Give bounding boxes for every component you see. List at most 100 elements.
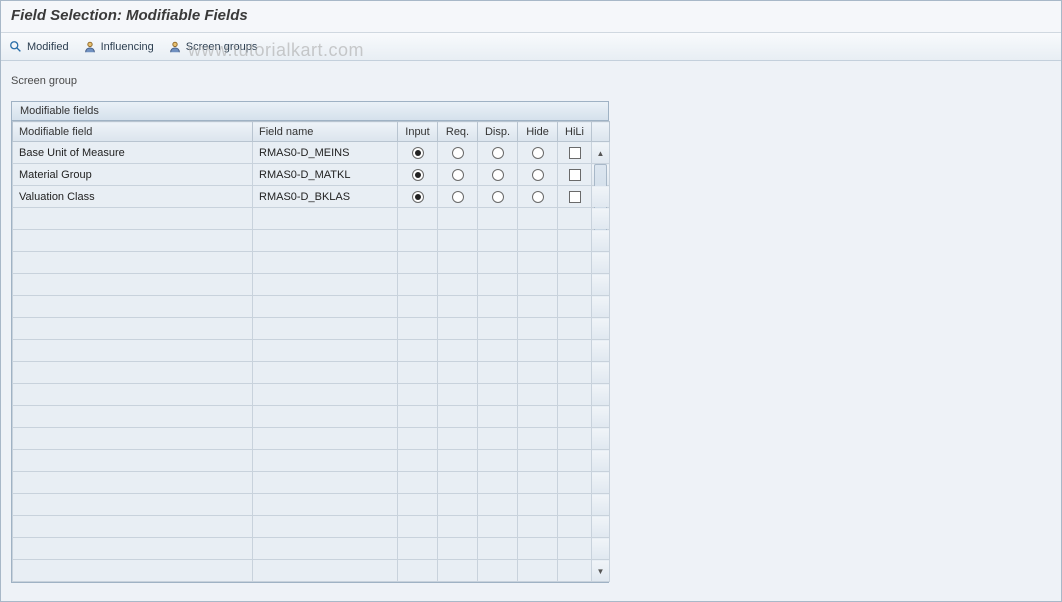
hide-radio[interactable]: [532, 169, 544, 181]
col-field-name[interactable]: Field name: [253, 122, 398, 142]
cell-modifiable-field[interactable]: [13, 362, 253, 384]
hili-checkbox[interactable]: [569, 191, 581, 203]
cell-req: [438, 296, 478, 318]
cell-input: [398, 472, 438, 494]
cell-field-name[interactable]: [253, 318, 398, 340]
cell-hili[interactable]: [558, 164, 592, 186]
cell-modifiable-field[interactable]: [13, 516, 253, 538]
modified-button[interactable]: Modified: [9, 40, 69, 54]
disp-radio[interactable]: [492, 191, 504, 203]
cell-hili: [558, 406, 592, 428]
cell-hide[interactable]: [518, 164, 558, 186]
table-row: [13, 252, 610, 274]
cell-hili[interactable]: [558, 186, 592, 208]
cell-field-name[interactable]: RMAS0-D_MEINS: [253, 142, 398, 164]
cell-field-name[interactable]: [253, 560, 398, 582]
disp-radio[interactable]: [492, 147, 504, 159]
cell-modifiable-field[interactable]: [13, 406, 253, 428]
cell-hide[interactable]: [518, 142, 558, 164]
scroll-down-button[interactable]: ▼: [592, 560, 610, 582]
cell-field-name[interactable]: [253, 494, 398, 516]
cell-req: [438, 516, 478, 538]
cell-modifiable-field[interactable]: Valuation Class: [13, 186, 253, 208]
col-input[interactable]: Input: [398, 122, 438, 142]
cell-modifiable-field[interactable]: [13, 230, 253, 252]
cell-modifiable-field[interactable]: [13, 560, 253, 582]
cell-field-name[interactable]: [253, 538, 398, 560]
cell-modifiable-field[interactable]: [13, 318, 253, 340]
cell-modifiable-field[interactable]: [13, 208, 253, 230]
hide-radio[interactable]: [532, 191, 544, 203]
cell-disp[interactable]: [478, 186, 518, 208]
col-hili[interactable]: HiLi: [558, 122, 592, 142]
cell-modifiable-field[interactable]: [13, 472, 253, 494]
cell-input: [398, 340, 438, 362]
cell-modifiable-field[interactable]: [13, 450, 253, 472]
hili-checkbox[interactable]: [569, 147, 581, 159]
cell-req[interactable]: [438, 164, 478, 186]
influencing-button[interactable]: Influencing: [83, 40, 154, 54]
cell-hide: [518, 230, 558, 252]
cell-disp: [478, 274, 518, 296]
cell-field-name[interactable]: [253, 384, 398, 406]
input-radio[interactable]: [412, 169, 424, 181]
screen-groups-button[interactable]: Screen groups: [168, 40, 258, 54]
cell-field-name[interactable]: [253, 230, 398, 252]
cell-field-name[interactable]: [253, 252, 398, 274]
cell-field-name[interactable]: [253, 340, 398, 362]
cell-modifiable-field[interactable]: [13, 252, 253, 274]
cell-input[interactable]: [398, 142, 438, 164]
table-row: [13, 384, 610, 406]
cell-modifiable-field[interactable]: [13, 384, 253, 406]
chevron-down-icon: ▼: [597, 567, 605, 576]
cell-field-name[interactable]: [253, 208, 398, 230]
input-radio[interactable]: [412, 191, 424, 203]
disp-radio[interactable]: [492, 169, 504, 181]
cell-input: [398, 428, 438, 450]
scroll-track: [592, 318, 610, 340]
cell-req[interactable]: [438, 142, 478, 164]
col-modifiable-field[interactable]: Modifiable field: [13, 122, 253, 142]
scroll-track: [592, 450, 610, 472]
cell-modifiable-field[interactable]: [13, 296, 253, 318]
hili-checkbox[interactable]: [569, 169, 581, 181]
cell-modifiable-field[interactable]: [13, 494, 253, 516]
cell-field-name[interactable]: [253, 362, 398, 384]
cell-field-name[interactable]: [253, 406, 398, 428]
cell-field-name[interactable]: [253, 516, 398, 538]
cell-disp[interactable]: [478, 164, 518, 186]
req-radio[interactable]: [452, 191, 464, 203]
cell-modifiable-field[interactable]: Material Group: [13, 164, 253, 186]
cell-field-name[interactable]: [253, 274, 398, 296]
col-disp[interactable]: Disp.: [478, 122, 518, 142]
hide-radio[interactable]: [532, 147, 544, 159]
req-radio[interactable]: [452, 147, 464, 159]
col-req[interactable]: Req.: [438, 122, 478, 142]
cell-disp[interactable]: [478, 142, 518, 164]
cell-field-name[interactable]: [253, 450, 398, 472]
cell-input[interactable]: [398, 164, 438, 186]
input-radio[interactable]: [412, 147, 424, 159]
scroll-up-button[interactable]: ▲: [592, 142, 610, 164]
cell-field-name[interactable]: [253, 472, 398, 494]
cell-modifiable-field[interactable]: [13, 274, 253, 296]
cell-field-name[interactable]: RMAS0-D_BKLAS: [253, 186, 398, 208]
cell-modifiable-field[interactable]: [13, 428, 253, 450]
cell-modifiable-field[interactable]: [13, 538, 253, 560]
modified-icon: [9, 40, 23, 54]
cell-hili[interactable]: [558, 142, 592, 164]
cell-field-name[interactable]: [253, 428, 398, 450]
req-radio[interactable]: [452, 169, 464, 181]
cell-input[interactable]: [398, 186, 438, 208]
cell-field-name[interactable]: [253, 296, 398, 318]
cell-modifiable-field[interactable]: Base Unit of Measure: [13, 142, 253, 164]
col-hide[interactable]: Hide: [518, 122, 558, 142]
scroll-track: [592, 472, 610, 494]
cell-hili: [558, 362, 592, 384]
cell-modifiable-field[interactable]: [13, 340, 253, 362]
cell-hide[interactable]: [518, 186, 558, 208]
table-row: [13, 362, 610, 384]
cell-req[interactable]: [438, 186, 478, 208]
cell-field-name[interactable]: RMAS0-D_MATKL: [253, 164, 398, 186]
cell-input: [398, 296, 438, 318]
